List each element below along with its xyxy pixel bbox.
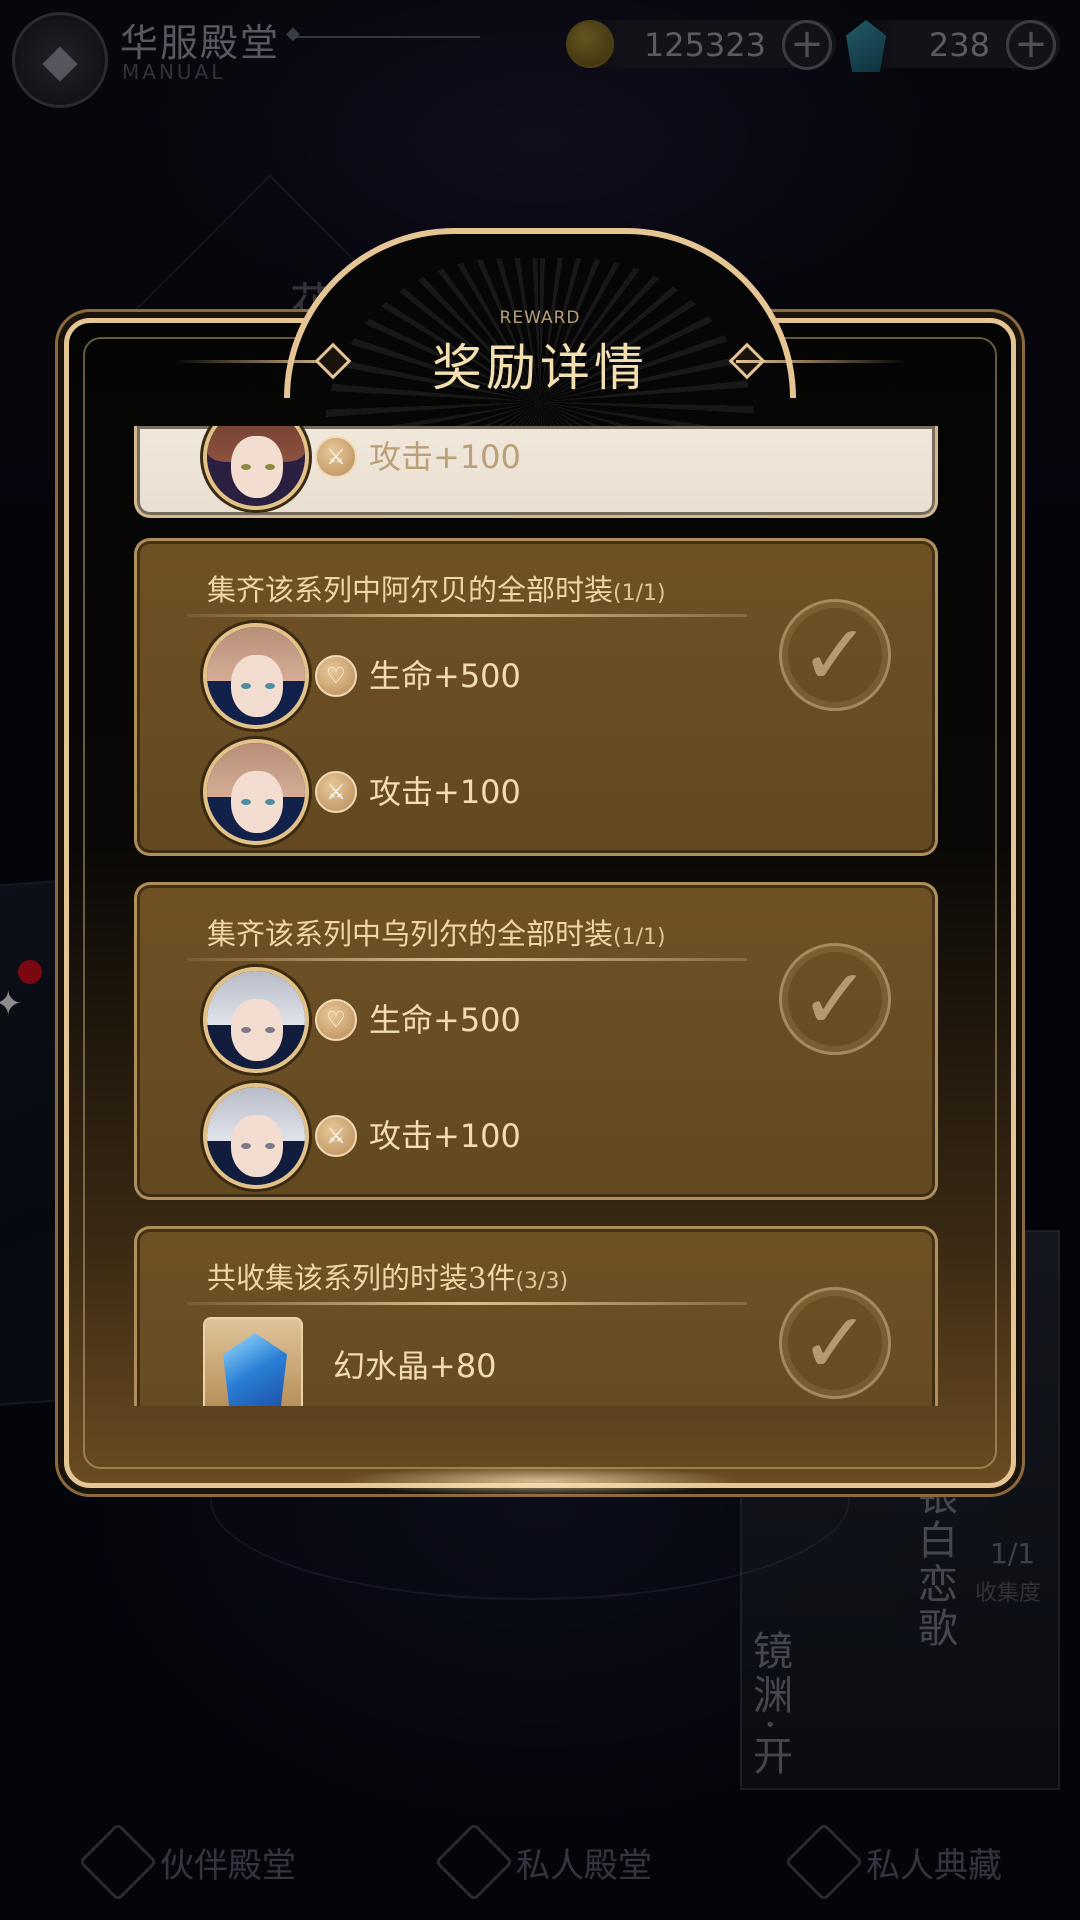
completed-check-icon: ✓ [779, 943, 891, 1055]
reward-row: ⚔ 攻击+100 [203, 1083, 723, 1189]
condition-text: 集齐该系列中乌列尔的全部时装 [207, 917, 614, 951]
sword-icon: ⚔ [315, 436, 357, 478]
condition-progress: (3/3) [515, 1269, 569, 1294]
reward-condition: 集齐该系列中乌列尔的全部时装(1/1) [207, 911, 666, 953]
crystal-item [203, 1317, 303, 1406]
divider [187, 958, 747, 961]
condition-progress: (1/1) [613, 925, 666, 950]
modal-bottom-glow [340, 1466, 740, 1496]
character-avatar [203, 426, 309, 510]
reward-stat: 攻击+100 [369, 438, 521, 476]
completed-check-icon: ✓ [779, 1287, 891, 1399]
reward-condition: 集齐该系列中阿尔贝的全部时装(1/1) [207, 567, 666, 609]
reward-stat: 攻击+100 [369, 773, 521, 811]
reward-card: 集齐该系列中乌列尔的全部时装(1/1) ♡ 生命+500 ⚔ 攻击+100 ✓ [134, 882, 938, 1200]
modal-eyebrow: REWARD [499, 308, 581, 328]
condition-text: 集齐该系列中阿尔贝的全部时装 [207, 573, 614, 607]
reward-card: 共收集该系列的时装3件(3/3) 幻水晶+80 ✓ [134, 1226, 938, 1406]
divider [187, 1302, 747, 1305]
heart-icon: ♡ [315, 655, 357, 697]
character-avatar [203, 967, 309, 1073]
heart-icon: ♡ [315, 999, 357, 1041]
reward-row: ⚔ 攻击+100 [203, 739, 723, 845]
reward-stat: 生命+500 [369, 657, 521, 695]
character-avatar [203, 1083, 309, 1189]
reward-row: ♡ 生命+500 [203, 967, 723, 1073]
condition-text: 共收集该系列的时装3件 [207, 1261, 516, 1295]
modal-title: 奖励详情 [432, 339, 648, 397]
condition-progress: (1/1) [613, 581, 666, 606]
character-avatar [203, 739, 309, 845]
sword-icon: ⚔ [315, 771, 357, 813]
reward-card: ⚔ 攻击+100 [134, 426, 938, 518]
crystal-icon [223, 1333, 287, 1406]
reward-row: ⚔ 攻击+100 [203, 426, 723, 510]
reward-list[interactable]: ⚔ 攻击+100 集齐该系列中阿尔贝的全部时装(1/1) ♡ 生命+500 ⚔ … [134, 426, 964, 1406]
reward-modal: REWARD 奖励详情 ⚔ 攻击+100 集齐该系列中阿尔贝的全部时装(1/1) [24, 228, 1056, 1496]
reward-stat: 幻水晶+80 [333, 1347, 497, 1385]
reward-row: ♡ 生命+500 [203, 623, 723, 729]
character-avatar [203, 623, 309, 729]
completed-check-icon: ✓ [779, 599, 891, 711]
sword-icon: ⚔ [315, 1115, 357, 1157]
divider [187, 614, 747, 617]
reward-condition: 共收集该系列的时装3件(3/3) [207, 1255, 568, 1297]
reward-stat: 生命+500 [369, 1001, 521, 1039]
reward-stat: 攻击+100 [369, 1117, 521, 1155]
reward-card: 集齐该系列中阿尔贝的全部时装(1/1) ♡ 生命+500 ⚔ 攻击+100 ✓ [134, 538, 938, 856]
